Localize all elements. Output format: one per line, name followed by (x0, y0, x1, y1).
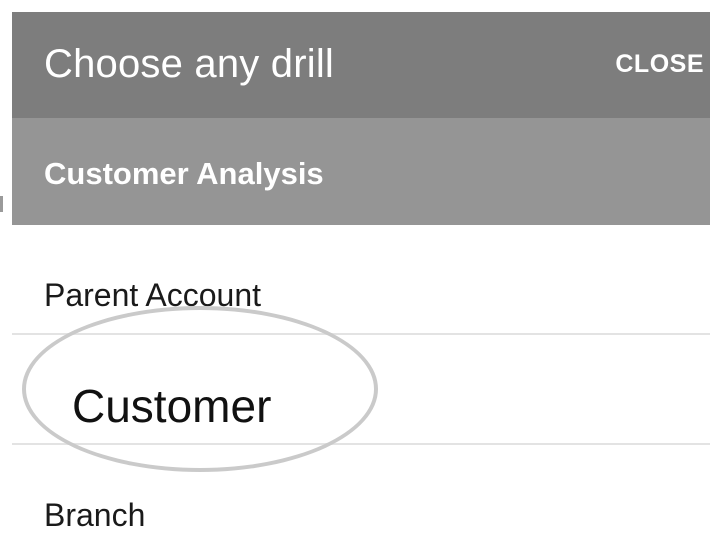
dialog-header: Choose any drill CLOSE (12, 12, 710, 118)
list-item-parent-account[interactable]: Parent Account (12, 225, 710, 333)
dialog-title: Choose any drill (44, 42, 335, 86)
section-header: Customer Analysis (12, 118, 710, 225)
list-item-branch[interactable]: Branch (12, 445, 710, 546)
list-item-label: Customer (72, 380, 272, 432)
list-item-label: Parent Account (44, 277, 262, 313)
section-title: Customer Analysis (44, 156, 324, 191)
drill-dialog: Choose any drill CLOSE Customer Analysis… (12, 12, 710, 546)
close-button[interactable]: CLOSE (615, 50, 704, 79)
background-edge (0, 0, 12, 546)
screen: Choose any drill CLOSE Customer Analysis… (0, 0, 710, 546)
background-edge-mark (0, 196, 3, 212)
list-item-label: Branch (44, 497, 146, 533)
list-item-customer[interactable]: Customer (12, 335, 710, 443)
